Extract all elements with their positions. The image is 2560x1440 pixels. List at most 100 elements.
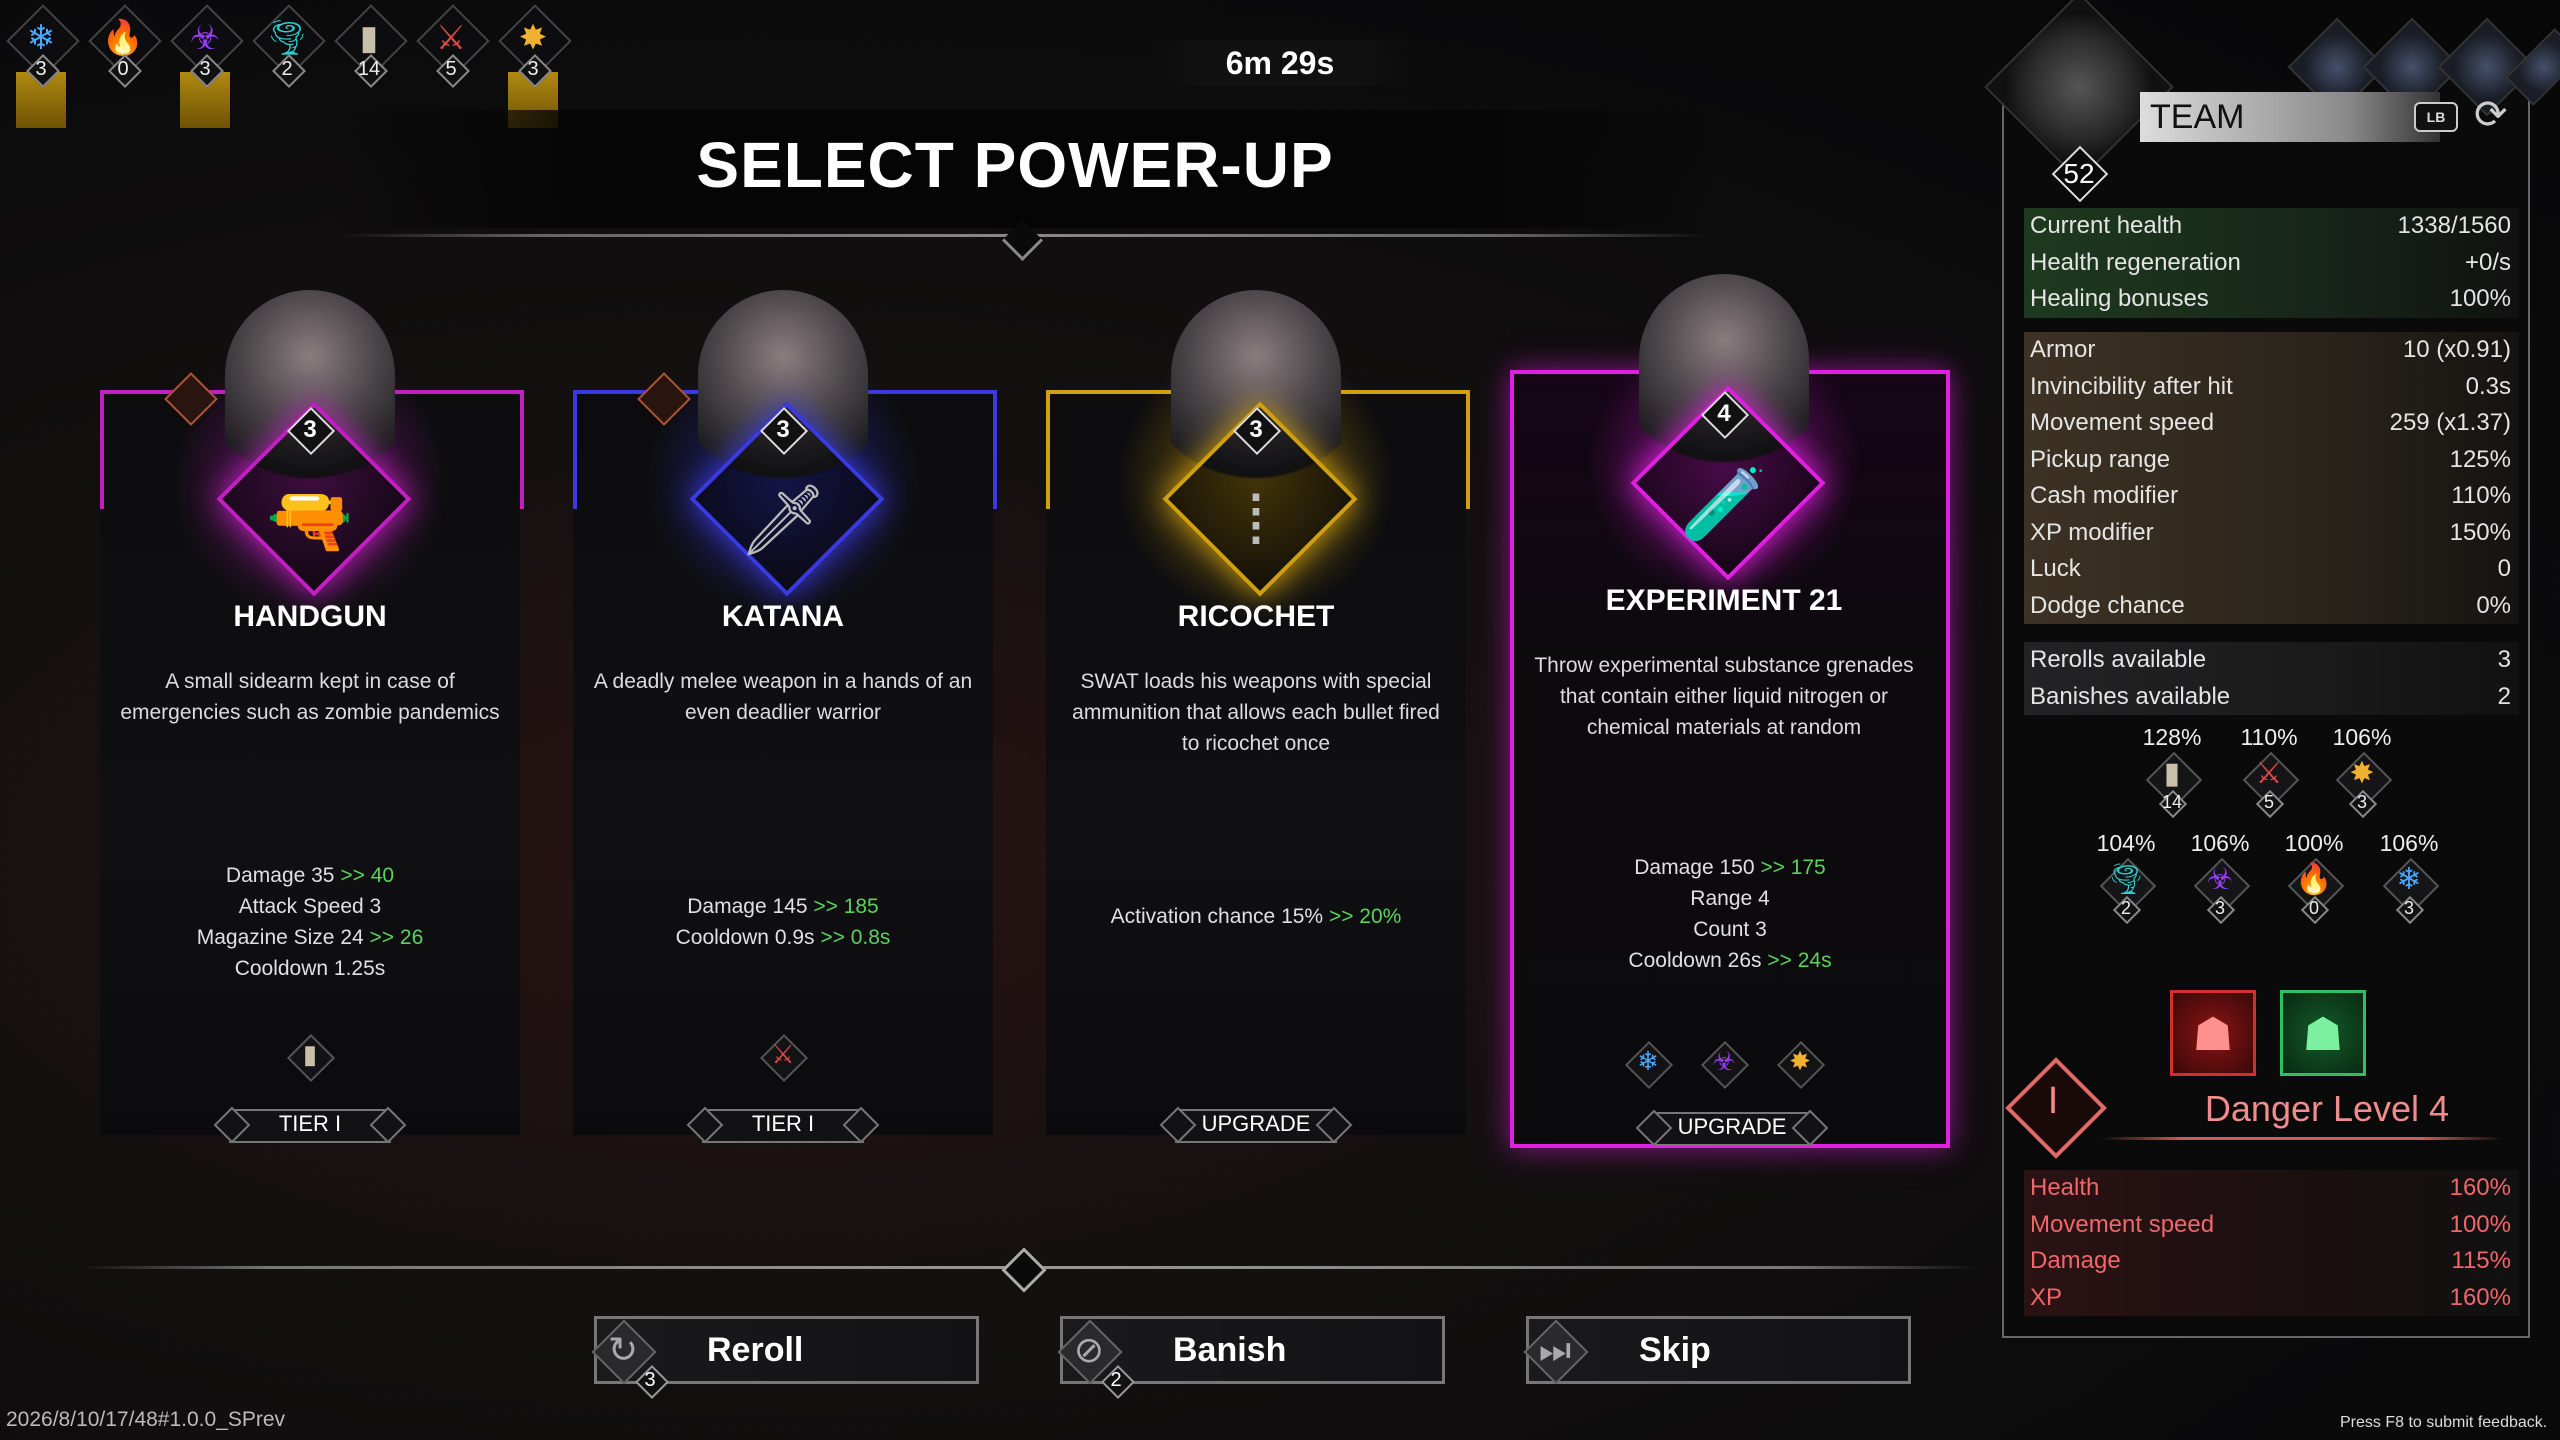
stat-value: 160% xyxy=(2449,1174,2511,1201)
page-title: SELECT POWER-UP xyxy=(696,129,1334,201)
tier-label: UPGRADE xyxy=(1201,1111,1311,1136)
stat-value: 160% xyxy=(2449,1283,2511,1311)
snowflake-icon: ❄ xyxy=(26,19,56,57)
fire-icon: 🔥 xyxy=(2295,863,2333,896)
element-tag: ⚔ xyxy=(759,1033,809,1083)
stat-value: +0/s xyxy=(2464,248,2511,276)
element-count-badge: 14 xyxy=(2158,789,2188,819)
stat-text: Cooldown 26s xyxy=(1628,949,1762,972)
stat-value: 2 xyxy=(2497,682,2511,710)
stat-text: Attack Speed 3 xyxy=(238,895,382,918)
stat-line: Activation chance 15% >> 20% xyxy=(1046,901,1466,932)
stat-row: Health 160% xyxy=(2024,1170,2519,1207)
element-tag: ☣ xyxy=(1700,1040,1750,1090)
reroll-button[interactable]: ↻ Reroll 3 xyxy=(591,1316,979,1399)
tornado-icon: 🌪 xyxy=(265,19,309,57)
stat-line: Cooldown 26s >> 24s xyxy=(1514,945,1946,976)
powerup-card-handgun[interactable]: 🔫 3 HANDGUN A small sidearm kept in case of… xyxy=(100,290,524,1144)
powerup-description: A deadly melee weapon in a hands of an e… xyxy=(593,670,973,724)
stat-line: Damage 150 >> 175 xyxy=(1514,852,1946,883)
element-count: 3 xyxy=(2403,898,2414,918)
lb-button-hint[interactable]: LB xyxy=(2414,102,2458,132)
team-label: TEAM xyxy=(2150,98,2245,136)
banish-button[interactable]: ⊘ Banish 2 xyxy=(1057,1316,1445,1399)
stat-row: Movement speed 100% xyxy=(2024,1207,2519,1244)
powerup-name: RICOCHET xyxy=(1177,600,1335,633)
stat-row: Pickup range 125% xyxy=(2024,442,2519,479)
stat-label: XP modifier xyxy=(2030,518,2154,546)
powerup-name: KATANA xyxy=(721,600,845,633)
stat-upgrade: >> 20% xyxy=(1323,905,1402,928)
element-count: 0 xyxy=(117,58,129,80)
danger-modifier-speed[interactable]: ☗ xyxy=(2280,990,2366,1076)
element-bonus-percent: 106% xyxy=(2190,830,2250,856)
spark-icon: ✸ xyxy=(518,19,548,57)
powerup-tier-pill: TIER I xyxy=(213,1106,407,1144)
powerup-card-ricochet[interactable]: ⁞ 3 RICOCHET SWAT loads his weapons with sp… xyxy=(1046,290,1470,1144)
element-count: 3 xyxy=(527,58,539,80)
stat-label: Current health xyxy=(2030,212,2183,239)
powerup-level-badge: 4 xyxy=(1700,390,1750,440)
swap-icon[interactable]: ⟳ xyxy=(2474,92,2508,138)
stat-row: Banishes available 2 xyxy=(2024,679,2519,716)
bullet-icon: ▮ xyxy=(302,1039,318,1069)
danger-stats: Health 160% Movement speed 100% Damage 115% XP… xyxy=(2024,1170,2519,1316)
stat-upgrade: >> 0.8s xyxy=(814,926,891,949)
button-count: 2 xyxy=(1110,1369,1122,1391)
button-label: Banish xyxy=(1173,1331,1287,1369)
version-label: 2026/8/10/17/48#1.0.0_SPrev xyxy=(6,1408,286,1431)
element-bonus-percent: 100% xyxy=(2284,830,2344,856)
player-level-badge: 52 xyxy=(2051,145,2109,203)
weapon-icon: 🧪 xyxy=(1680,465,1768,543)
biohazard-icon: ☣ xyxy=(189,19,221,57)
skip-button[interactable]: ⏭ Skip xyxy=(1523,1316,1911,1385)
stat-line: Damage 145 >> 185 xyxy=(573,891,993,922)
stat-label: Dodge chance xyxy=(2030,591,2185,619)
stat-upgrade: >> 40 xyxy=(334,864,395,887)
button-label: Skip xyxy=(1639,1331,1711,1369)
powerup-level: 4 xyxy=(1717,400,1731,427)
danger-modifier-health[interactable]: ☗ xyxy=(2170,990,2256,1076)
powerup-level-badge: 3 xyxy=(286,406,336,456)
powerup-card-katana[interactable]: 🗡 3 KATANA A deadly melee weapon in a hands… xyxy=(573,290,997,1144)
element-count-badge: 0 xyxy=(108,54,142,88)
stat-text: Count 3 xyxy=(1693,918,1767,941)
blade-icon: ⚔ xyxy=(2255,757,2283,790)
powerup-level: 3 xyxy=(1249,416,1263,443)
stat-text: Magazine Size 24 xyxy=(196,926,364,949)
powerup-description: A small sidearm kept in case of emergenc… xyxy=(120,670,500,724)
stat-value: 3 xyxy=(2497,646,2511,673)
element-count-badge: 2 xyxy=(2112,895,2142,925)
element-count-badge: 5 xyxy=(2255,789,2285,819)
misc-stats: Rerolls available 3 Banishes available 2 xyxy=(2024,642,2519,715)
powerup-tier-pill: UPGRADE xyxy=(1635,1109,1829,1147)
person-icon: ☗ xyxy=(2192,1008,2234,1060)
powerup-tier-pill: UPGRADE xyxy=(1159,1106,1353,1144)
powerup-card-experiment-21[interactable]: 🧪 4 EXPERIMENT 21 Throw experimental substa… xyxy=(1510,274,1950,1148)
element-count-badge: 2 xyxy=(272,54,306,88)
element-count: 3 xyxy=(35,58,47,80)
stat-row: Healing bonuses 100% xyxy=(2024,281,2519,318)
element-count-badge: 3 xyxy=(2395,895,2425,925)
tier-label: TIER I xyxy=(278,1111,342,1136)
stat-label: Armor xyxy=(2030,336,2096,363)
tornado-icon: 🌪 xyxy=(2106,863,2146,896)
stat-label: Health regeneration xyxy=(2030,248,2241,276)
powerup-stats: Damage 150 >> 175 Range 4 Count 3 Cooldown … xyxy=(1514,852,1946,976)
stat-row: Cash modifier 110% xyxy=(2024,478,2519,515)
stat-value: 0% xyxy=(2476,591,2511,619)
stat-label: Movement speed xyxy=(2030,409,2215,436)
stat-line: Cooldown 0.9s >> 0.8s xyxy=(573,922,993,953)
stat-text: Damage 145 xyxy=(687,895,808,918)
team-tab[interactable]: TEAM xyxy=(2140,92,2440,142)
element-count-badge: 3 xyxy=(2206,895,2236,925)
stat-value: 150% xyxy=(2449,518,2511,546)
stat-value: 100% xyxy=(2449,285,2511,312)
element-tag: ❄ xyxy=(1624,1040,1674,1090)
danger-level-title: Danger Level 4 xyxy=(2204,1088,2450,1129)
fire-icon: 🔥 xyxy=(101,19,145,57)
stat-label: Cash modifier xyxy=(2030,482,2179,509)
element-counter: ☣ 3 xyxy=(170,4,244,128)
runner-icon: ☗ xyxy=(2302,1008,2344,1060)
stat-row: Health regeneration +0/s xyxy=(2024,245,2519,282)
